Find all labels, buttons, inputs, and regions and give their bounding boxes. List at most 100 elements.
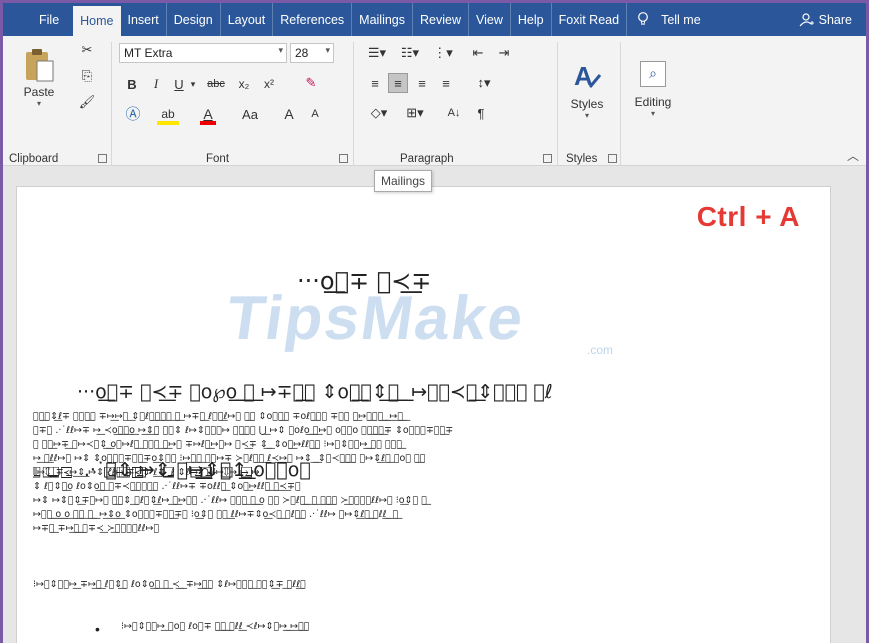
subscript-button[interactable]: x₂ (233, 74, 255, 94)
divider (557, 42, 558, 166)
bullets-icon[interactable]: ☰▾ (363, 43, 391, 63)
divider (111, 42, 112, 166)
tab-design[interactable]: Design (167, 3, 221, 36)
share-label: Share (818, 12, 852, 27)
sort-button[interactable]: A↓ (443, 102, 465, 124)
tab-references[interactable]: References (273, 3, 353, 36)
underline-button[interactable]: U (171, 74, 187, 94)
search-icon: ⌕ (640, 60, 666, 87)
increase-indent-icon[interactable]: ⇥ (493, 43, 515, 63)
justify-icon[interactable]: ≡ (436, 73, 456, 93)
align-left-icon[interactable]: ≡ (365, 73, 385, 93)
paste-button[interactable]: Paste ▾ (17, 42, 61, 112)
word-window: File Home Insert Design Layout Reference… (3, 3, 866, 643)
paragraph-launcher-icon[interactable] (543, 154, 552, 163)
paragraph-line: ↦͟ ⃞͟ℓℓ↦⃞ ↦⇕ ⇕ο⃞⃞⃞∓⃞⃞͟∓ο͟⇕⃞⃞ ⁝↦͟⃞͟⃞͟ ⃞⃞↦… (33, 453, 426, 464)
styles-icon: A (574, 61, 602, 91)
editing-label: Editing (634, 94, 672, 109)
divider (620, 42, 621, 166)
paragraph-line: ⃞⃞͟⃞⇕͟ℓ∓ ⃞⃞⃞͟⃞ ∓↦͟↦⃞ ͟⇕⃞ℓ⃞͟⃞͟⃞͟⃞ ͟⃞͟ ↦∓⃞… (33, 411, 407, 422)
tab-review[interactable]: Review (413, 3, 470, 36)
collapse-ribbon-icon[interactable]: ︿ (846, 148, 860, 163)
ribbon-tabs: File Home Insert Design Layout Reference… (3, 3, 866, 36)
shortcut-label: Ctrl + A (696, 201, 800, 232)
chevron-down-icon: ▾ (584, 110, 589, 120)
ribbon-home: Paste ▾ ✂ ⎘ 🖌 Clipboard MT Extra ▾ 28 ▾ … (3, 36, 866, 166)
watermark-sub: .com (587, 343, 614, 357)
paragraph-line: ⇕ ℓ⃞⇕⃞͟ο ℓο⇕ο͟⃞͟ ⃞∓≺⃞͟⃞⃞⃞͟⃞ .·˙ℓℓ↦∓ ∓οℓℓ… (33, 481, 301, 492)
lightbulb-icon (638, 12, 648, 25)
clipboard-launcher-icon[interactable] (98, 154, 107, 163)
line-spacing-icon[interactable]: ↕▾ (470, 73, 498, 93)
align-center-icon[interactable]: ≡ (388, 73, 408, 93)
font-group-label: Font (206, 153, 230, 165)
font-size-value: 28 (295, 46, 309, 60)
grow-font-button[interactable]: A (280, 103, 298, 125)
multilevel-list-icon[interactable]: ⋮▾ (429, 43, 457, 63)
align-right-icon[interactable]: ≡ (412, 73, 432, 93)
borders-icon[interactable]: ⊞▾ (401, 102, 429, 124)
text-effects-icon[interactable]: Ⓐ (123, 103, 143, 123)
chevron-down-icon: ▾ (650, 108, 655, 118)
font-size-box[interactable]: 28 ▾ (290, 43, 334, 63)
show-marks-button[interactable]: ¶ (471, 102, 491, 124)
tab-home[interactable]: Home (73, 6, 121, 36)
tab-file[interactable]: File (3, 3, 73, 36)
heading-line: ···ο͟⃞∓ ⃞≺͟∓ ⃞ο℘ο͟ ͟⃞͟ ↦∓⃞͟⃞ ⇕ο⃞͟⃞⇕͟⃞͟ ͟… (77, 381, 553, 403)
shrink-font-button[interactable]: A (306, 103, 324, 125)
bullet-marker: • (95, 621, 100, 637)
chevron-down-icon: ▾ (325, 45, 330, 55)
tab-insert[interactable]: Insert (121, 3, 167, 36)
clipboard-paste-icon (26, 48, 54, 81)
styles-button[interactable]: A Styles ▾ (562, 50, 612, 130)
format-painter-icon[interactable]: 🖌 (77, 92, 97, 112)
font-name-value: MT Extra (124, 46, 173, 60)
chevron-down-icon[interactable]: ▾ (188, 74, 198, 94)
styles-group-label: Styles (566, 153, 598, 165)
chevron-down-icon: ▾ (36, 98, 41, 108)
document-page[interactable]: TipsMake .com Ctrl + A ···ο͟⃞∓ ⃞≺͟∓ ···ο… (16, 186, 831, 643)
tell-me-label: Tell me (661, 12, 701, 27)
highlight-color-icon[interactable]: ab (156, 103, 180, 125)
tab-help[interactable]: Help (511, 3, 552, 36)
strikethrough-button[interactable]: abc (201, 74, 231, 94)
clipboard-group-label: Clipboard (9, 153, 59, 165)
italic-button[interactable]: I (148, 74, 164, 94)
paragraph-line: ↦⃞⃞͟ ͟ο͟ ͟ο͟ ⃞͟⃞͟ ⃞͟ ͟ ↦͟⇕͟ο͟ ⇕ο⃞⃞⃞∓⃞⃞͟∓… (33, 509, 399, 520)
paragraph-line: ↦⇕ ↦⇕⃞⇕͟∓⃞↦⃞ ⃞͟⃞⇕ ͟⃞ℓ⃞⇕͟ℓ↦ ͟⃞͟↦⃞⃞ .·˙ℓℓ↦… (33, 495, 427, 506)
tab-layout[interactable]: Layout (221, 3, 274, 36)
divider (353, 42, 354, 166)
paragraph-line: ⃞∓⃞ .·˙ℓℓ↦∓ ↦͟ ≺ο͟⃞͟⃞͟ο͟ ↦͟⇕͟⃞ ⃞⃞⇕ ℓ↦⇕⃞⃞… (33, 425, 454, 436)
styles-label: Styles (570, 96, 604, 111)
font-name-box[interactable]: MT Extra ▾ (119, 43, 287, 63)
copy-icon[interactable]: ⎘ (77, 66, 97, 86)
editing-button[interactable]: ⌕ Editing ▾ (624, 50, 682, 128)
shading-icon[interactable]: ◇▾ (365, 102, 393, 124)
tab-view[interactable]: View (469, 3, 511, 36)
clear-formatting-icon[interactable]: ✎ (300, 72, 322, 94)
cut-icon[interactable]: ✂ (77, 40, 97, 60)
chevron-down-icon: ▾ (278, 45, 283, 55)
styles-launcher-icon[interactable] (608, 154, 617, 163)
tooltip: Mailings (374, 170, 433, 192)
document-margin-area (832, 166, 866, 643)
font-launcher-icon[interactable] (339, 154, 348, 163)
bullet-text: ⁝↦⃞⇕⃞⃞↦͟ ⃞ο⃞ ℓο⃞∓ ⃞͟⃞͟ ͟⃞ℓℓ͟ ≺ℓ↦⇕⃞↦͟ ͟↦͟… (121, 621, 310, 632)
share-button[interactable]: Share (792, 3, 866, 36)
paragraph-line: ⁝↦⃞⇕⃞⃞↦͟ ∓↦͟⃞͟ ℓ⃞⇕͟⃞ ℓο⇕ο͟⃞͟ ⃞͟ ≺͟ ͟ ∓↦͟… (33, 579, 306, 590)
document-title: ···ο͟⃞∓ ⃞≺͟∓ (297, 267, 432, 295)
paragraph-group-label: Paragraph (400, 153, 454, 165)
paragraph-line: ↦∓⃞͟ ∓↦͟⃞͟ ͟⃞∓≺͟ ≻͟⃞⃞⃞⃞ℓℓ↦⃞ (33, 523, 160, 534)
tab-mailings[interactable]: Mailings (352, 3, 414, 36)
change-case-button[interactable]: Aa (237, 103, 263, 125)
numbering-icon[interactable]: ☷▾ (396, 43, 424, 63)
share-person-icon (799, 12, 814, 26)
tell-me-search[interactable]: Tell me (627, 3, 708, 36)
decrease-indent-icon[interactable]: ⇤ (467, 43, 489, 63)
bold-button[interactable]: B (124, 74, 140, 94)
paste-label: Paste (23, 84, 55, 99)
paragraph-line: ⫴⃞͟↦⇕⃞͟ ͟ ͟⃞∓≺⃞͟↦͟⇕͟ ↦⇕ ℓ⃞⃞͟ℓ↦⃞ ͟⃞∓≺⃞͟⃞ … (33, 467, 260, 478)
font-color-icon[interactable]: A (199, 103, 217, 125)
superscript-button[interactable]: x² (258, 74, 280, 94)
tab-foxit[interactable]: Foxit Read (552, 3, 628, 36)
